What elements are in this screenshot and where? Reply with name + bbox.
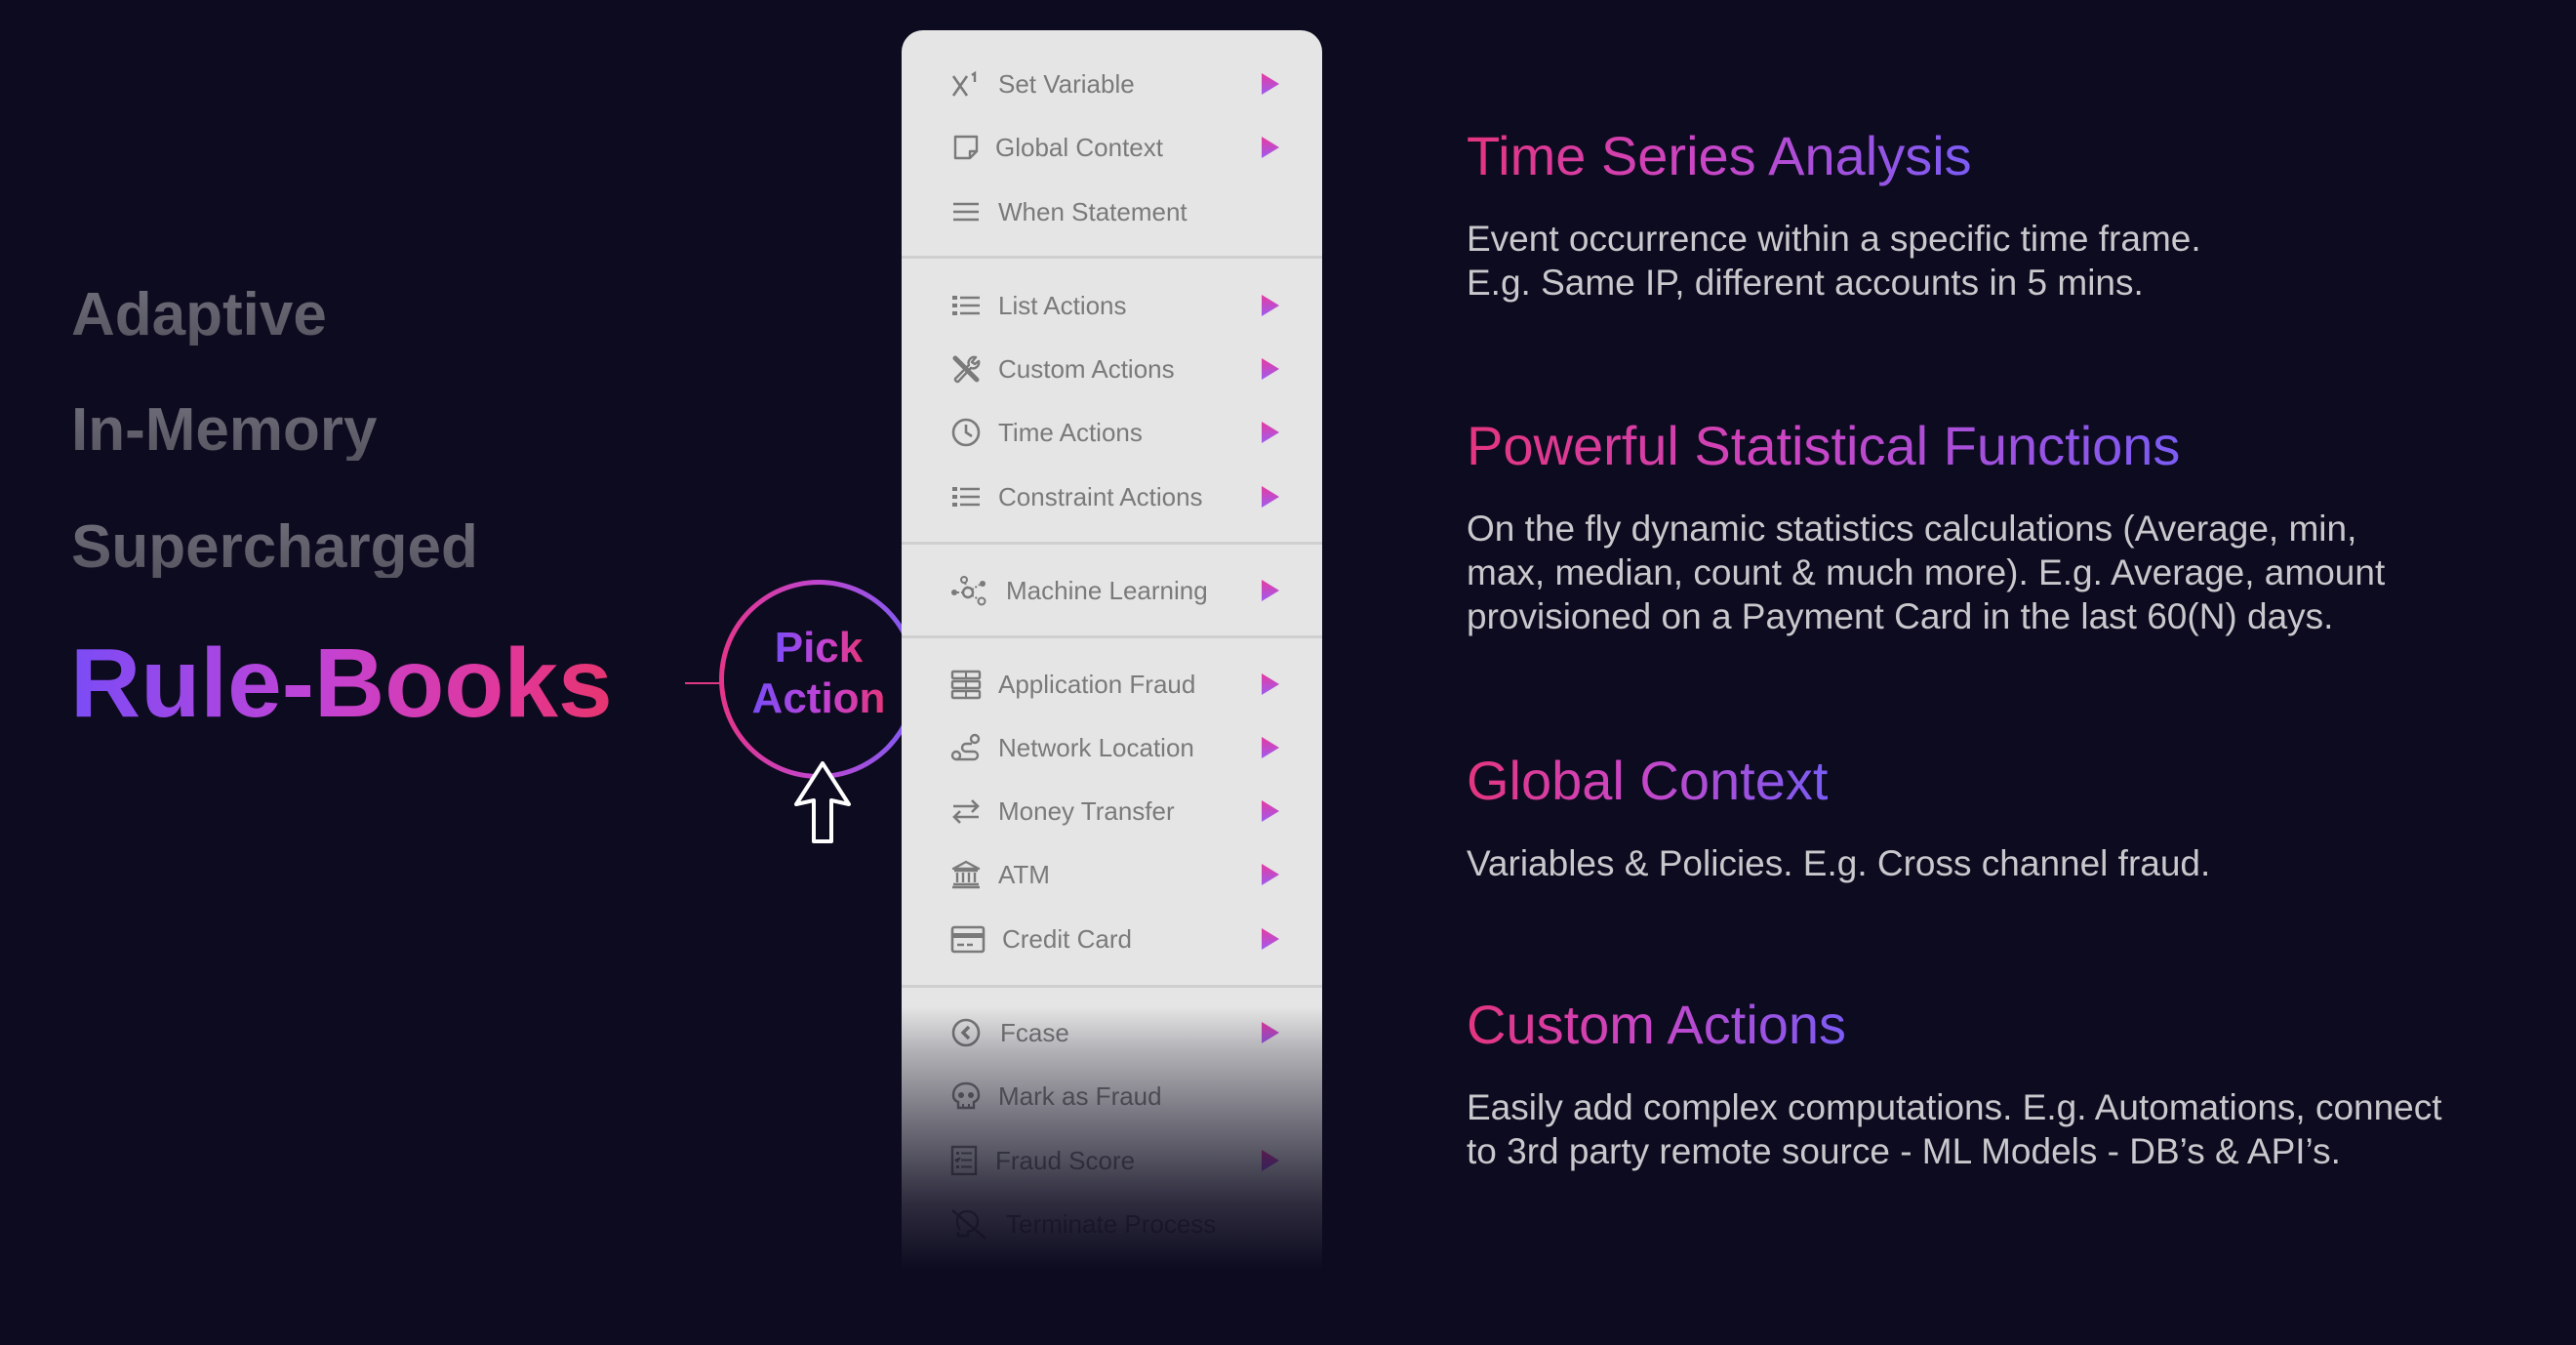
menu-item-machine-learning[interactable]: Machine Learning (902, 561, 1322, 620)
submenu-arrow-icon (1262, 928, 1279, 950)
mouse-cursor-icon (794, 761, 851, 843)
menu-item-label: Terminate Process (1006, 1208, 1217, 1239)
submenu-arrow-icon (1262, 73, 1279, 95)
menu-item-constraint-actions[interactable]: Constraint Actions (902, 468, 1322, 526)
superscript-x-icon (950, 68, 982, 100)
submenu-arrow-icon (1262, 737, 1279, 758)
note-icon (950, 132, 982, 163)
headline-rule-books: Rule-Books (70, 629, 613, 738)
menu-item-list-actions[interactable]: List Actions (902, 276, 1322, 335)
feature-title: Global Context (1467, 750, 1829, 811)
menu-item-time-actions[interactable]: Time Actions (902, 403, 1322, 462)
menu-item-label: Time Actions (998, 417, 1143, 447)
menu-item-label: Fcase (1000, 1017, 1069, 1047)
submenu-arrow-icon (1262, 673, 1279, 695)
connector-line (685, 682, 720, 684)
action-menu: Set Variable Global Context When Stateme… (902, 30, 1322, 1270)
feature-statistical-functions: Powerful Statistical Functions On the fl… (1467, 415, 2385, 638)
submenu-arrow-icon (1262, 1022, 1279, 1043)
menu-item-terminate-process[interactable]: Terminate Process (902, 1195, 1322, 1253)
menu-item-fcase[interactable]: Fcase (902, 1003, 1322, 1062)
menu-item-label: Custom Actions (998, 353, 1175, 384)
menu-item-label: When Statement (998, 196, 1187, 226)
menu-item-label: List Actions (998, 290, 1127, 320)
credit-card-icon (950, 923, 986, 955)
menu-divider (902, 985, 1322, 988)
menu-item-label: Set Variable (998, 68, 1135, 99)
submenu-arrow-icon (1262, 422, 1279, 443)
feature-line: to 3rd party remote source - ML Models -… (1467, 1131, 2341, 1171)
skull-icon (950, 1080, 982, 1112)
menu-item-label: Money Transfer (998, 795, 1175, 826)
menu-item-fraud-score[interactable]: Fraud Score (902, 1131, 1322, 1190)
menu-item-money-transfer[interactable]: Money Transfer (902, 782, 1322, 840)
menu-item-atm[interactable]: ATM (902, 845, 1322, 904)
menu-divider (902, 542, 1322, 545)
menu-item-mark-as-fraud[interactable]: Mark as Fraud (902, 1067, 1322, 1125)
menu-item-when-statement[interactable]: When Statement (902, 183, 1322, 241)
feature-global-context: Global Context Variables & Policies. E.g… (1467, 750, 2210, 885)
stacked-rows-icon (950, 669, 982, 700)
menu-item-label: ATM (998, 859, 1050, 889)
transfer-arrows-icon (950, 795, 982, 827)
feature-time-series: Time Series Analysis Event occurrence wi… (1467, 125, 2201, 305)
feature-line: Easily add complex computations. E.g. Au… (1467, 1087, 2442, 1127)
feature-title: Custom Actions (1467, 994, 1847, 1055)
checklist-icon (950, 1145, 978, 1176)
network-nodes-icon (950, 575, 989, 606)
menu-item-custom-actions[interactable]: Custom Actions (902, 340, 1322, 398)
menu-item-set-variable[interactable]: Set Variable (902, 55, 1322, 113)
feature-line: Event occurrence within a specific time … (1467, 219, 2201, 259)
bank-icon (950, 859, 982, 890)
submenu-arrow-icon (1262, 358, 1279, 380)
tools-icon (950, 353, 982, 385)
feature-line: E.g. Same IP, different accounts in 5 mi… (1467, 263, 2144, 303)
menu-item-application-fraud[interactable]: Application Fraud (902, 655, 1322, 713)
feature-custom-actions: Custom Actions Easily add complex comput… (1467, 994, 2442, 1173)
list-icon (950, 481, 982, 512)
menu-item-label: Network Location (998, 732, 1194, 762)
pick-action-label-line2: Action (751, 674, 886, 722)
feature-description: Easily add complex computations. E.g. Au… (1467, 1085, 2442, 1173)
feature-title: Powerful Statistical Functions (1467, 415, 2181, 476)
feature-line: provisioned on a Payment Card in the las… (1467, 596, 2334, 636)
submenu-arrow-icon (1262, 137, 1279, 158)
menu-item-label: Constraint Actions (998, 481, 1203, 511)
menu-divider (902, 256, 1322, 259)
submenu-arrow-icon (1262, 486, 1279, 508)
submenu-arrow-icon (1262, 1150, 1279, 1171)
menu-item-label: Mark as Fraud (998, 1080, 1162, 1111)
pick-action-button[interactable]: Pick Action (719, 580, 918, 779)
menu-item-label: Credit Card (1002, 923, 1132, 954)
lines-icon (950, 196, 982, 227)
menu-item-network-location[interactable]: Network Location (902, 718, 1322, 777)
submenu-arrow-icon (1262, 800, 1279, 822)
list-icon (950, 290, 982, 321)
tagline-supercharged: Supercharged (71, 513, 478, 581)
menu-item-label: Fraud Score (995, 1145, 1136, 1175)
feature-description: Event occurrence within a specific time … (1467, 217, 2201, 305)
menu-item-label: Application Fraud (998, 669, 1196, 699)
feature-line: max, median, count & much more). E.g. Av… (1467, 552, 2386, 592)
menu-item-label: Machine Learning (1006, 575, 1208, 605)
submenu-arrow-icon (1262, 864, 1279, 885)
feature-description: Variables & Policies. E.g. Cross channel… (1467, 841, 2210, 885)
feature-title: Time Series Analysis (1467, 125, 1972, 186)
clock-icon (950, 417, 982, 448)
feature-description: On the fly dynamic statistics calculatio… (1467, 507, 2385, 638)
menu-item-label: Global Context (995, 132, 1163, 162)
feature-line: Variables & Policies. E.g. Cross channel… (1467, 843, 2211, 883)
route-icon (950, 732, 982, 763)
circle-back-icon (950, 1017, 982, 1048)
menu-divider (902, 635, 1322, 638)
submenu-arrow-icon (1262, 580, 1279, 601)
tagline-in-memory: In-Memory (71, 396, 378, 464)
terminate-icon (950, 1208, 987, 1240)
feature-line: On the fly dynamic statistics calculatio… (1467, 509, 2357, 549)
menu-item-credit-card[interactable]: Credit Card (902, 910, 1322, 968)
submenu-arrow-icon (1262, 295, 1279, 316)
menu-item-global-context[interactable]: Global Context (902, 118, 1322, 177)
pick-action-label-line1: Pick (774, 624, 864, 672)
tagline-adaptive: Adaptive (71, 281, 327, 348)
